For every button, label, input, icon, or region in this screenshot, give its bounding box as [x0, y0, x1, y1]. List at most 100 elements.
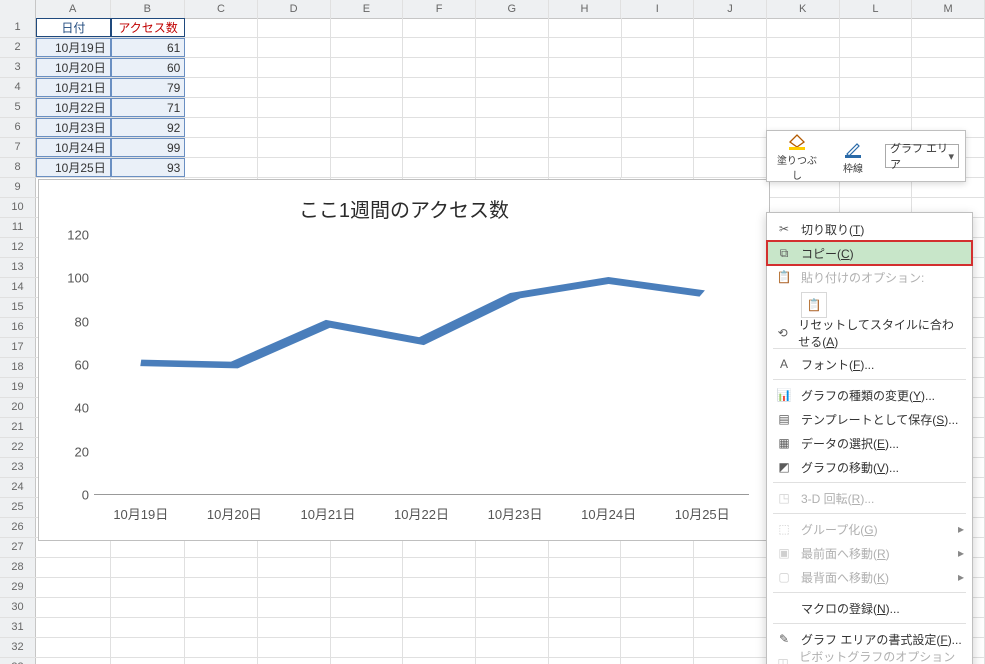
cell-L3[interactable] [840, 58, 913, 77]
cell-B2[interactable]: 61 [111, 38, 186, 57]
row-header-28[interactable]: 28 [0, 558, 36, 577]
row-header-24[interactable]: 24 [0, 478, 36, 497]
cell-D1[interactable] [258, 18, 331, 37]
row-header-29[interactable]: 29 [0, 578, 36, 597]
ctx-save-template[interactable]: ▤テンプレートとして保存(S)... [767, 407, 972, 431]
cell-A33[interactable] [36, 658, 111, 664]
cell-K5[interactable] [767, 98, 840, 117]
cell-K2[interactable] [767, 38, 840, 57]
cell-H4[interactable] [549, 78, 622, 97]
cell-J8[interactable] [694, 158, 767, 177]
row-header-8[interactable]: 8 [0, 158, 36, 177]
row-header-22[interactable]: 22 [0, 438, 36, 457]
cell-H7[interactable] [549, 138, 622, 157]
ctx-select-data[interactable]: ▦データの選択(E)... [767, 431, 972, 455]
cell-B8[interactable]: 93 [111, 158, 186, 177]
cell-A2[interactable]: 10月19日 [36, 38, 111, 57]
cell-K4[interactable] [767, 78, 840, 97]
col-header-K[interactable]: K [767, 0, 840, 18]
cell-F4[interactable] [403, 78, 476, 97]
cell-D4[interactable] [258, 78, 331, 97]
cell-D2[interactable] [258, 38, 331, 57]
cell-J6[interactable] [694, 118, 767, 137]
cell-H3[interactable] [549, 58, 622, 77]
cell-I31[interactable] [621, 618, 694, 637]
cell-D7[interactable] [258, 138, 331, 157]
cell-I4[interactable] [622, 78, 695, 97]
cell-L5[interactable] [840, 98, 913, 117]
cell-E32[interactable] [331, 638, 404, 657]
cell-F32[interactable] [403, 638, 476, 657]
cell-F30[interactable] [403, 598, 476, 617]
cell-G1[interactable] [476, 18, 549, 37]
ctx-move-chart[interactable]: ◩グラフの移動(V)... [767, 455, 972, 479]
cell-M3[interactable] [912, 58, 985, 77]
row-header-27[interactable]: 27 [0, 538, 36, 557]
row-header-18[interactable]: 18 [0, 358, 36, 377]
row-header-10[interactable]: 10 [0, 198, 36, 217]
cell-A29[interactable] [36, 578, 111, 597]
cell-G31[interactable] [476, 618, 549, 637]
cell-H29[interactable] [549, 578, 622, 597]
cell-D29[interactable] [258, 578, 331, 597]
ctx-copy[interactable]: ⧉コピー(C) [767, 241, 972, 265]
cell-G2[interactable] [476, 38, 549, 57]
cell-E33[interactable] [331, 658, 404, 664]
cell-L2[interactable] [840, 38, 913, 57]
row-header-12[interactable]: 12 [0, 238, 36, 257]
cell-D31[interactable] [258, 618, 331, 637]
cell-D30[interactable] [258, 598, 331, 617]
col-header-G[interactable]: G [476, 0, 549, 18]
cell-I6[interactable] [622, 118, 695, 137]
ctx-font[interactable]: Aフォント(F)... [767, 352, 972, 376]
row-header-2[interactable]: 2 [0, 38, 36, 57]
cell-E4[interactable] [331, 78, 404, 97]
cell-K3[interactable] [767, 58, 840, 77]
cell-B29[interactable] [111, 578, 186, 597]
cell-A31[interactable] [36, 618, 111, 637]
cell-L1[interactable] [840, 18, 913, 37]
cell-D32[interactable] [258, 638, 331, 657]
cell-B31[interactable] [111, 618, 186, 637]
row-header-26[interactable]: 26 [0, 518, 36, 537]
row-header-17[interactable]: 17 [0, 338, 36, 357]
cell-C7[interactable] [185, 138, 258, 157]
cell-A1[interactable]: 日付 [36, 18, 111, 37]
cell-B6[interactable]: 92 [111, 118, 186, 137]
cell-H5[interactable] [549, 98, 622, 117]
cell-E30[interactable] [331, 598, 404, 617]
row-header-6[interactable]: 6 [0, 118, 36, 137]
cell-G6[interactable] [476, 118, 549, 137]
cell-C8[interactable] [185, 158, 258, 177]
cell-C1[interactable] [185, 18, 258, 37]
cell-D33[interactable] [258, 658, 331, 664]
cell-A6[interactable]: 10月23日 [36, 118, 111, 137]
row-header-33[interactable]: 33 [0, 658, 36, 664]
cell-J4[interactable] [694, 78, 767, 97]
cell-C3[interactable] [185, 58, 258, 77]
cell-D5[interactable] [258, 98, 331, 117]
cell-I30[interactable] [621, 598, 694, 617]
col-header-B[interactable]: B [111, 0, 186, 18]
row-header-31[interactable]: 31 [0, 618, 36, 637]
cell-F6[interactable] [403, 118, 476, 137]
cell-G33[interactable] [476, 658, 549, 664]
cell-C29[interactable] [185, 578, 258, 597]
row-header-15[interactable]: 15 [0, 298, 36, 317]
cell-G32[interactable] [476, 638, 549, 657]
row-header-11[interactable]: 11 [0, 218, 36, 237]
cell-G4[interactable] [476, 78, 549, 97]
row-header-21[interactable]: 21 [0, 418, 36, 437]
cell-H1[interactable] [549, 18, 622, 37]
cell-J3[interactable] [694, 58, 767, 77]
row-header-4[interactable]: 4 [0, 78, 36, 97]
cell-J29[interactable] [694, 578, 767, 597]
cell-J31[interactable] [694, 618, 767, 637]
cell-A3[interactable]: 10月20日 [36, 58, 111, 77]
cell-B33[interactable] [111, 658, 186, 664]
cell-H2[interactable] [549, 38, 622, 57]
cell-M2[interactable] [912, 38, 985, 57]
col-header-I[interactable]: I [621, 0, 694, 18]
cell-A30[interactable] [36, 598, 111, 617]
cell-B3[interactable]: 60 [111, 58, 186, 77]
